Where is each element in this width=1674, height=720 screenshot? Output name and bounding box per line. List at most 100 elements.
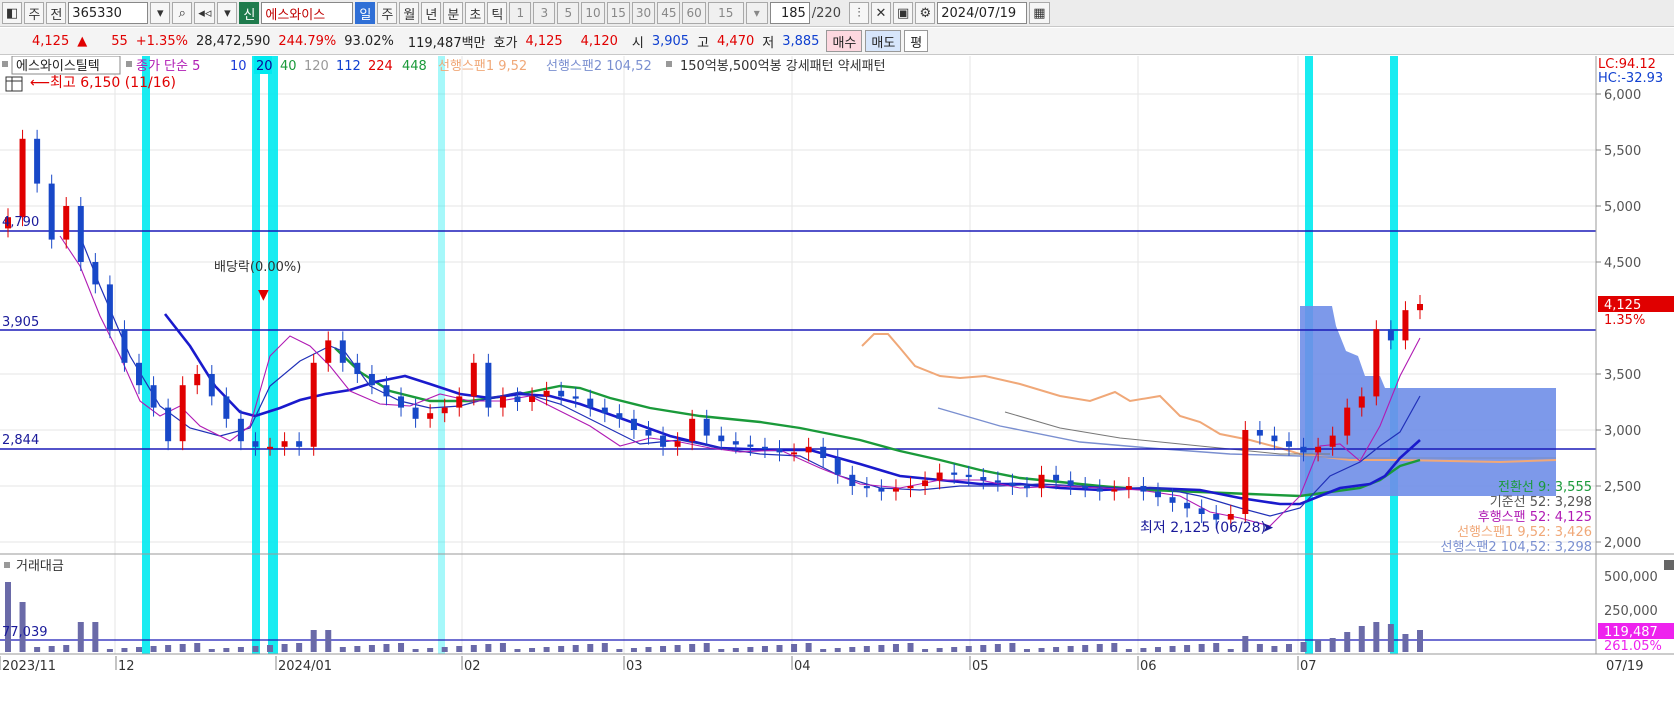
candle-body [77, 206, 84, 262]
volume-bar [165, 645, 172, 652]
volume-bar [951, 647, 958, 652]
save-icon[interactable]: ▣ [892, 2, 914, 24]
x-axis-label: 05 [972, 659, 989, 674]
candle-body [427, 413, 434, 419]
candle-body [1067, 480, 1074, 486]
left-arrow-icon: ⟵ [30, 75, 50, 91]
calendar-icon[interactable]: ▦ [1029, 2, 1050, 24]
sell-button[interactable]: 매도 [865, 30, 902, 52]
x-axis-label: 03 [626, 659, 643, 674]
interval-select[interactable]: 15 [707, 2, 744, 24]
interval-5[interactable]: 5 [557, 2, 580, 24]
interval-1[interactable]: 1 [509, 2, 532, 24]
price-chart[interactable]: 6,000 5,500 5,000 4,500 3,500 3,000 2,500 2,000… [0, 56, 1674, 720]
candle-icon[interactable]: ⫶ [848, 2, 869, 24]
volume-bar [587, 644, 594, 652]
price-axis-tick: 4,500 [1604, 256, 1641, 271]
stock-code-input[interactable]: 365330 [68, 2, 149, 24]
candle-body [252, 441, 259, 447]
volume-bar [1213, 643, 1220, 652]
volume-bar [994, 644, 1001, 652]
candle-body [1213, 514, 1220, 520]
type-button[interactable]: 주 [24, 2, 45, 24]
price-axis-tick: 5,500 [1604, 144, 1641, 159]
level-label-2844: 2,844 [2, 433, 39, 448]
dividend-label: 배당락(0.00%) [214, 260, 301, 275]
close-icon[interactable] [1664, 560, 1674, 570]
candle-body [1344, 407, 1351, 436]
low-label: 저 [762, 35, 775, 51]
ma-bullet-icon [126, 61, 132, 67]
candle-body [470, 362, 477, 397]
candle-body [223, 396, 230, 419]
period-tab-minute[interactable]: 분 [443, 2, 464, 24]
high-label: 고 [697, 35, 710, 51]
volume-bar [849, 647, 856, 652]
stock-name-field[interactable]: 에스와이스 [261, 2, 354, 24]
volume-bar [1256, 644, 1263, 652]
interval-3[interactable]: 3 [533, 2, 556, 24]
candle-body [179, 385, 186, 442]
candle-body [485, 362, 492, 408]
buy-button[interactable]: 매수 [826, 30, 863, 52]
volume-bar [354, 646, 361, 652]
volume-bar [1184, 645, 1191, 652]
volume-bar [529, 648, 536, 652]
candle-body [19, 138, 26, 218]
volume-bar [456, 646, 463, 652]
candle-body [805, 446, 812, 453]
candle-body [558, 390, 565, 397]
volume-bar [1315, 640, 1322, 652]
dropdown-icon[interactable]: ▾ [150, 2, 171, 24]
candle-body [412, 407, 419, 419]
speaker-icon[interactable]: ◂◃ [194, 2, 216, 24]
period-tab-tick[interactable]: 틱 [487, 2, 508, 24]
quote-volume: 28,472,590 [195, 33, 271, 49]
gear-icon[interactable]: ⚙ [915, 2, 936, 24]
volume-bar [922, 649, 929, 652]
x-axis-end-label: 07/19 [1606, 659, 1643, 674]
candle-body [572, 396, 579, 399]
candle-body [543, 390, 550, 397]
candle-body [951, 472, 958, 475]
prev-button[interactable]: 전 [46, 2, 67, 24]
candle-body [878, 488, 885, 492]
legend-ma-448: 448 [402, 59, 427, 74]
volume-bar [194, 643, 201, 652]
search-icon[interactable]: ⌕ [172, 2, 193, 24]
flat-button[interactable]: 평 [904, 30, 929, 52]
interval-60[interactable]: 60 [682, 2, 706, 24]
interval-dropdown-icon[interactable]: ▾ [745, 2, 768, 24]
candle-body [1315, 446, 1322, 453]
price-axis-tick: 5,000 [1604, 200, 1641, 215]
quote-amount: 119,487백만 [407, 35, 486, 51]
period-tab-day[interactable]: 일 [355, 2, 376, 24]
interval-45[interactable]: 45 [657, 2, 681, 24]
volume-bar [1358, 626, 1365, 652]
candle-body [892, 488, 899, 492]
interval-10[interactable]: 10 [581, 2, 605, 24]
candle-body [1111, 489, 1118, 492]
menu-dropdown-icon[interactable]: ▾ [217, 2, 238, 24]
period-tab-month[interactable]: 월 [399, 2, 420, 24]
interval-15[interactable]: 15 [606, 2, 630, 24]
candle-body [660, 435, 667, 447]
quote-bid: 4,120 [580, 33, 618, 49]
legend-ma-10: 10 [230, 59, 247, 74]
candle-body [1184, 502, 1191, 509]
volume-bar [543, 647, 550, 652]
volume-bar [1154, 647, 1161, 652]
layout-icon[interactable]: ◧ [2, 2, 23, 24]
cross-icon[interactable]: ✕ [870, 2, 891, 24]
count-input[interactable]: 185 [769, 2, 810, 24]
interval-30[interactable]: 30 [631, 2, 656, 24]
period-tab-second[interactable]: 초 [465, 2, 486, 24]
candle-body [630, 418, 637, 430]
period-tab-year[interactable]: 년 [421, 2, 442, 24]
candle-body [1329, 435, 1336, 447]
period-tab-week[interactable]: 주 [377, 2, 398, 24]
date-input[interactable]: 2024/07/19 [937, 2, 1028, 24]
table-icon[interactable] [5, 76, 23, 92]
candle-body [529, 396, 536, 402]
volume-axis-tick: 250,000 [1604, 604, 1658, 619]
